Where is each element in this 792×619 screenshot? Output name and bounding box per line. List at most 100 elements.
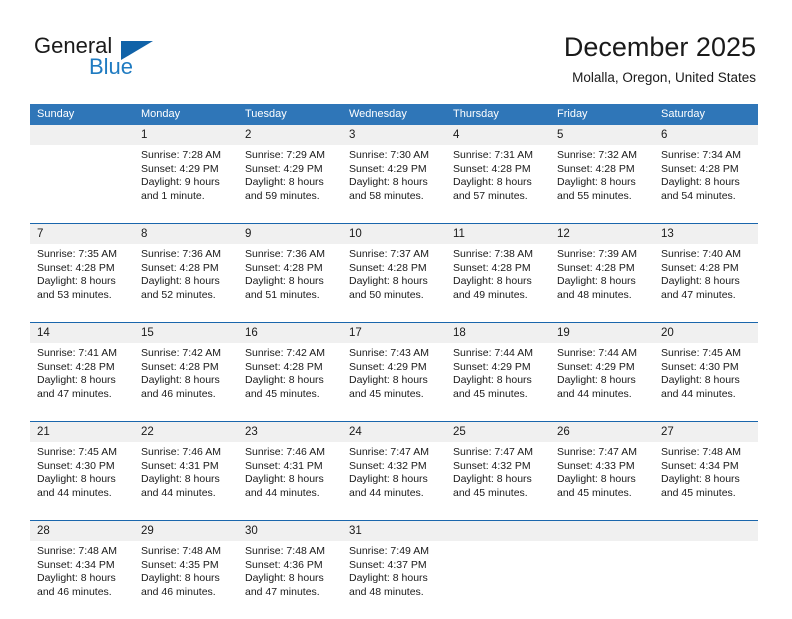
calendar-day-cell[interactable]: 20 Sunrise: 7:45 AM Sunset: 4:30 PM Dayligh…	[654, 323, 758, 411]
sunrise-text: Sunrise: 7:39 AM	[557, 248, 637, 260]
calendar-week-row: 21 Sunrise: 7:45 AM Sunset: 4:30 PM Dayligh…	[30, 421, 758, 520]
calendar-day-cell[interactable]: 25 Sunrise: 7:47 AM Sunset: 4:32 PM Dayligh…	[446, 422, 550, 510]
calendar-day-cell[interactable]: 6 Sunrise: 7:34 AM Sunset: 4:28 PM Daylight…	[654, 125, 758, 213]
daylight-text: Daylight: 8 hours	[349, 572, 428, 585]
sunrise-text: Sunrise: 7:47 AM	[453, 446, 533, 458]
calendar-week-cells: 28 Sunrise: 7:48 AM Sunset: 4:34 PM Dayligh…	[30, 521, 758, 609]
daylight-text: Daylight: 8 hours	[453, 374, 532, 387]
day-details: Sunrise: 7:48 AM Sunset: 4:35 PM Daylight:…	[134, 541, 238, 609]
day-details: Sunrise: 7:42 AM Sunset: 4:28 PM Daylight:…	[238, 343, 342, 411]
sunrise-text: Sunrise: 7:43 AM	[349, 347, 429, 359]
sunrise-text: Sunrise: 7:46 AM	[141, 446, 221, 458]
day-details: Sunrise: 7:44 AM Sunset: 4:29 PM Daylight:…	[550, 343, 654, 411]
calendar-day-cell[interactable]: 29 Sunrise: 7:48 AM Sunset: 4:35 PM Dayligh…	[134, 521, 238, 609]
daylight-text: Daylight: 8 hours	[557, 176, 636, 189]
calendar-day-cell[interactable]: 12 Sunrise: 7:39 AM Sunset: 4:28 PM Dayligh…	[550, 224, 654, 312]
daylight-text-cont: and 44 minutes.	[245, 486, 320, 499]
day-details: Sunrise: 7:47 AM Sunset: 4:32 PM Daylight:…	[446, 442, 550, 510]
calendar-day-cell[interactable]: 1 Sunrise: 7:28 AM Sunset: 4:29 PM Daylight…	[134, 125, 238, 213]
day-details: Sunrise: 7:38 AM Sunset: 4:28 PM Daylight:…	[446, 244, 550, 312]
calendar-day-cell[interactable]: 3 Sunrise: 7:30 AM Sunset: 4:29 PM Daylight…	[342, 125, 446, 213]
daylight-text-cont: and 44 minutes.	[349, 486, 424, 499]
sunset-text: Sunset: 4:28 PM	[37, 360, 115, 373]
calendar-day-cell[interactable]: 18 Sunrise: 7:44 AM Sunset: 4:29 PM Dayligh…	[446, 323, 550, 411]
calendar-day-cell[interactable]: 5 Sunrise: 7:32 AM Sunset: 4:28 PM Daylight…	[550, 125, 654, 213]
sunrise-text: Sunrise: 7:44 AM	[453, 347, 533, 359]
daylight-text: Daylight: 8 hours	[349, 275, 428, 288]
calendar-day-cell[interactable]: 31 Sunrise: 7:49 AM Sunset: 4:37 PM Dayligh…	[342, 521, 446, 609]
calendar-day-cell[interactable]: 23 Sunrise: 7:46 AM Sunset: 4:31 PM Dayligh…	[238, 422, 342, 510]
day-details: Sunrise: 7:48 AM Sunset: 4:36 PM Daylight:…	[238, 541, 342, 609]
daylight-text-cont: and 44 minutes.	[37, 486, 112, 499]
calendar-day-cell[interactable]: 2 Sunrise: 7:29 AM Sunset: 4:29 PM Daylight…	[238, 125, 342, 213]
calendar-day-cell[interactable]: 15 Sunrise: 7:42 AM Sunset: 4:28 PM Dayligh…	[134, 323, 238, 411]
day-details: Sunrise: 7:28 AM Sunset: 4:29 PM Daylight:…	[134, 145, 238, 213]
calendar-day-cell[interactable]: 26 Sunrise: 7:47 AM Sunset: 4:33 PM Dayligh…	[550, 422, 654, 510]
calendar-day-cell[interactable]: 16 Sunrise: 7:42 AM Sunset: 4:28 PM Dayligh…	[238, 323, 342, 411]
day-details: Sunrise: 7:43 AM Sunset: 4:29 PM Daylight:…	[342, 343, 446, 411]
sunrise-text: Sunrise: 7:35 AM	[37, 248, 117, 260]
calendar-week-row: 7 Sunrise: 7:35 AM Sunset: 4:28 PM Daylight…	[30, 223, 758, 322]
calendar-day-cell[interactable]: 13 Sunrise: 7:40 AM Sunset: 4:28 PM Dayligh…	[654, 224, 758, 312]
daylight-text-cont: and 52 minutes.	[141, 288, 216, 301]
daylight-text: Daylight: 8 hours	[37, 275, 116, 288]
daylight-text: Daylight: 8 hours	[349, 176, 428, 189]
daylight-text: Daylight: 8 hours	[349, 374, 428, 387]
calendar-day-cell[interactable]: 14 Sunrise: 7:41 AM Sunset: 4:28 PM Dayligh…	[30, 323, 134, 411]
calendar-day-cell[interactable]: 28 Sunrise: 7:48 AM Sunset: 4:34 PM Dayligh…	[30, 521, 134, 609]
calendar-day-cell[interactable]: 22 Sunrise: 7:46 AM Sunset: 4:31 PM Dayligh…	[134, 422, 238, 510]
sunset-text: Sunset: 4:31 PM	[245, 459, 323, 472]
daylight-text: Daylight: 8 hours	[141, 572, 220, 585]
day-number	[550, 521, 654, 541]
calendar-day-cell-empty	[654, 521, 758, 609]
general-blue-logo[interactable]: General Blue	[34, 33, 264, 89]
sunset-text: Sunset: 4:28 PM	[557, 162, 635, 175]
day-details: Sunrise: 7:36 AM Sunset: 4:28 PM Daylight:…	[238, 244, 342, 312]
calendar-week-cells: 21 Sunrise: 7:45 AM Sunset: 4:30 PM Dayligh…	[30, 422, 758, 510]
calendar-day-cell[interactable]: 21 Sunrise: 7:45 AM Sunset: 4:30 PM Dayligh…	[30, 422, 134, 510]
calendar-day-cell[interactable]: 27 Sunrise: 7:48 AM Sunset: 4:34 PM Dayligh…	[654, 422, 758, 510]
calendar-day-cell[interactable]: 17 Sunrise: 7:43 AM Sunset: 4:29 PM Dayligh…	[342, 323, 446, 411]
calendar-day-cell[interactable]: 24 Sunrise: 7:47 AM Sunset: 4:32 PM Dayligh…	[342, 422, 446, 510]
day-details: Sunrise: 7:47 AM Sunset: 4:33 PM Daylight:…	[550, 442, 654, 510]
week-spacer	[30, 213, 758, 223]
daylight-text: Daylight: 8 hours	[141, 473, 220, 486]
sunrise-text: Sunrise: 7:44 AM	[557, 347, 637, 359]
sunset-text: Sunset: 4:28 PM	[453, 261, 531, 274]
calendar-week-cells: 7 Sunrise: 7:35 AM Sunset: 4:28 PM Daylight…	[30, 224, 758, 312]
weekday-header-tuesday: Tuesday	[245, 108, 287, 120]
calendar-day-cell[interactable]: 9 Sunrise: 7:36 AM Sunset: 4:28 PM Daylight…	[238, 224, 342, 312]
sunrise-text: Sunrise: 7:48 AM	[661, 446, 741, 458]
day-number: 29	[134, 521, 238, 541]
calendar-day-cell[interactable]: 19 Sunrise: 7:44 AM Sunset: 4:29 PM Dayligh…	[550, 323, 654, 411]
sunrise-text: Sunrise: 7:42 AM	[141, 347, 221, 359]
sunset-text: Sunset: 4:28 PM	[349, 261, 427, 274]
sunrise-text: Sunrise: 7:38 AM	[453, 248, 533, 260]
weekday-header-wednesday: Wednesday	[349, 108, 407, 120]
daylight-text-cont: and 44 minutes.	[661, 387, 736, 400]
calendar-day-cell[interactable]: 10 Sunrise: 7:37 AM Sunset: 4:28 PM Dayligh…	[342, 224, 446, 312]
day-number: 27	[654, 422, 758, 442]
calendar-day-cell[interactable]: 11 Sunrise: 7:38 AM Sunset: 4:28 PM Dayligh…	[446, 224, 550, 312]
calendar-day-cell[interactable]: 7 Sunrise: 7:35 AM Sunset: 4:28 PM Daylight…	[30, 224, 134, 312]
sunset-text: Sunset: 4:30 PM	[661, 360, 739, 373]
day-number: 31	[342, 521, 446, 541]
day-number: 5	[550, 125, 654, 145]
sunset-text: Sunset: 4:28 PM	[245, 261, 323, 274]
page-header: General Blue December 2025 Molalla, Oreg…	[0, 0, 792, 104]
daylight-text: Daylight: 8 hours	[453, 473, 532, 486]
daylight-text-cont: and 57 minutes.	[453, 189, 528, 202]
day-details: Sunrise: 7:44 AM Sunset: 4:29 PM Daylight:…	[446, 343, 550, 411]
sunset-text: Sunset: 4:28 PM	[661, 162, 739, 175]
calendar-day-cell[interactable]: 30 Sunrise: 7:48 AM Sunset: 4:36 PM Dayligh…	[238, 521, 342, 609]
day-number: 11	[446, 224, 550, 244]
day-number: 4	[446, 125, 550, 145]
day-number: 28	[30, 521, 134, 541]
day-details: Sunrise: 7:36 AM Sunset: 4:28 PM Daylight:…	[134, 244, 238, 312]
calendar-day-cell[interactable]: 8 Sunrise: 7:36 AM Sunset: 4:28 PM Daylight…	[134, 224, 238, 312]
day-number: 15	[134, 323, 238, 343]
daylight-text: Daylight: 8 hours	[349, 473, 428, 486]
sunrise-text: Sunrise: 7:48 AM	[141, 545, 221, 557]
calendar-day-cell[interactable]: 4 Sunrise: 7:31 AM Sunset: 4:28 PM Daylight…	[446, 125, 550, 213]
day-details: Sunrise: 7:32 AM Sunset: 4:28 PM Daylight:…	[550, 145, 654, 213]
